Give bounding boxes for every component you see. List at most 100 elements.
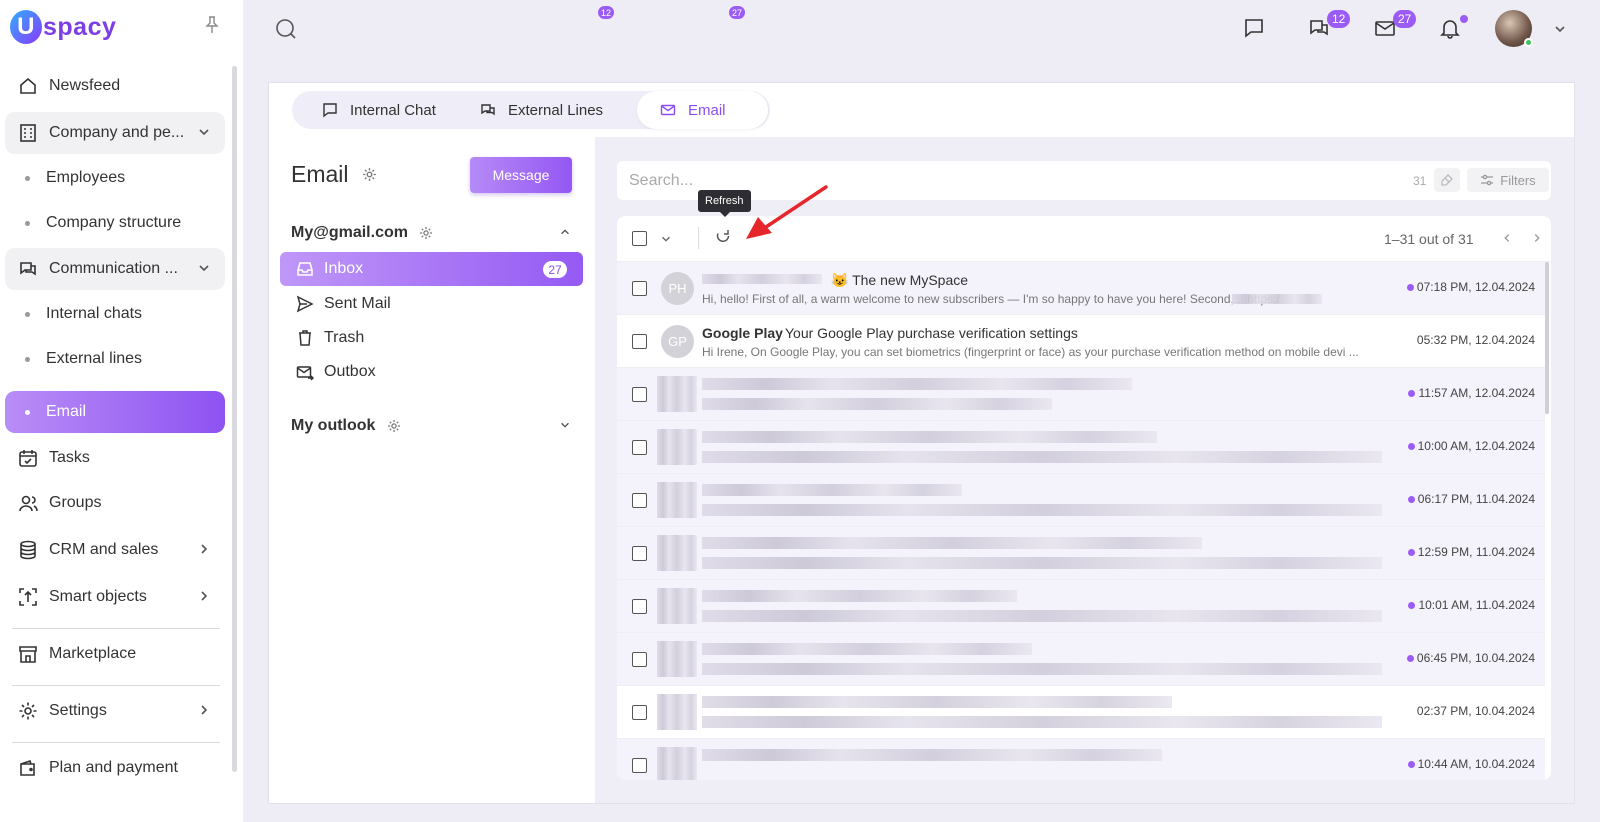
chevron-left-icon[interactable]	[1501, 232, 1513, 244]
sidebar-item-plan[interactable]: Plan and payment	[5, 747, 225, 789]
sidebar-divider	[12, 685, 220, 686]
row-checkbox[interactable]	[632, 281, 647, 296]
chat-icon[interactable]	[1243, 17, 1265, 39]
bell-icon[interactable]	[1439, 17, 1461, 39]
redacted-preview	[702, 451, 1382, 463]
email-list-scrollbar[interactable]	[1545, 262, 1549, 414]
tab-email[interactable]: Email	[637, 91, 768, 129]
row-checkbox[interactable]	[632, 546, 647, 561]
redacted-preview	[702, 557, 1382, 569]
gear-icon[interactable]	[362, 167, 377, 182]
sidebar-item-groups[interactable]: Groups	[5, 482, 225, 524]
sidebar-item-marketplace[interactable]: Marketplace	[5, 633, 225, 675]
email-row[interactable]: GP Google Play Your Google Play purchase…	[617, 315, 1545, 368]
row-checkbox[interactable]	[632, 334, 647, 349]
folder-trash[interactable]: Trash	[280, 321, 583, 355]
select-all-checkbox[interactable]	[632, 231, 647, 246]
email-time: 12:59 PM, 11.04.2024	[1407, 545, 1535, 559]
gear-icon[interactable]	[387, 419, 401, 433]
folder-label: Trash	[324, 329, 365, 346]
row-checkbox[interactable]	[632, 440, 647, 455]
email-row[interactable]: 06:17 PM, 11.04.2024	[617, 474, 1545, 527]
pin-icon[interactable]	[205, 16, 219, 34]
redacted-avatar	[657, 482, 697, 518]
chevron-up-icon[interactable]	[559, 226, 571, 238]
email-row[interactable]: PH 😺 The new MySpace Hi, hello! First of…	[617, 262, 1545, 315]
row-checkbox[interactable]	[632, 705, 647, 720]
pagination-text: 1–31 out of 31	[1384, 231, 1474, 247]
tab-external-lines[interactable]: External Lines	[470, 91, 613, 129]
row-checkbox[interactable]	[632, 493, 647, 508]
refresh-tooltip: Refresh	[698, 190, 751, 217]
sidebar-item-newsfeed[interactable]: Newsfeed	[5, 65, 225, 107]
email-row[interactable]: 06:45 PM, 10.04.2024	[617, 633, 1545, 686]
unread-dot	[1406, 283, 1414, 291]
sidebar-scrollbar[interactable]	[232, 66, 237, 772]
smart-object-icon	[17, 586, 39, 608]
sidebar-item-external-lines[interactable]: External lines	[5, 338, 225, 380]
email-row[interactable]: 10:00 AM, 12.04.2024	[617, 421, 1545, 474]
email-row[interactable]: 10:01 AM, 11.04.2024	[617, 580, 1545, 633]
row-checkbox[interactable]	[632, 387, 647, 402]
row-checkbox[interactable]	[632, 599, 647, 614]
logo-text: spacy	[43, 12, 117, 41]
email-time: 10:01 AM, 11.04.2024	[1408, 598, 1535, 612]
chevron-right-icon[interactable]	[1531, 232, 1543, 244]
sidebar-item-smart-objects[interactable]: Smart objects	[5, 576, 225, 618]
uspacy-logo[interactable]: U spacy	[10, 10, 116, 44]
email-row[interactable]: 02:37 PM, 10.04.2024	[617, 686, 1545, 739]
bullet-icon	[25, 220, 30, 226]
email-time: 02:37 PM, 10.04.2024	[1417, 704, 1535, 718]
folder-sent[interactable]: Sent Mail	[280, 287, 583, 321]
sidebar-item-crm[interactable]: CRM and sales	[5, 529, 225, 571]
email-subject: Your Google Play purchase verification s…	[785, 325, 1078, 341]
sidebar-item-communication[interactable]: Communication ...	[5, 248, 225, 290]
sidebar-item-internal-chats[interactable]: Internal chats	[5, 293, 225, 335]
row-checkbox[interactable]	[632, 758, 647, 773]
folder-outbox[interactable]: Outbox	[280, 355, 583, 389]
email-row[interactable]: 10:44 AM, 10.04.2024	[617, 739, 1545, 780]
calendar-icon	[17, 447, 39, 469]
email-row[interactable]: 12:59 PM, 11.04.2024	[617, 527, 1545, 580]
redacted-subject	[702, 537, 1202, 549]
sidebar-item-tasks[interactable]: Tasks	[5, 437, 225, 479]
folder-label: Outbox	[324, 363, 376, 380]
row-checkbox[interactable]	[632, 652, 647, 667]
online-status-dot	[1524, 38, 1533, 47]
filters-button[interactable]: Filters	[1467, 168, 1549, 192]
sidebar-item-company[interactable]: Company and pe...	[5, 112, 225, 154]
clear-search-button[interactable]	[1434, 168, 1460, 192]
chevron-down-icon[interactable]	[660, 233, 672, 245]
send-icon	[296, 295, 314, 313]
sidebar-item-label: Communication ...	[49, 260, 178, 277]
redacted-subject	[702, 696, 1172, 708]
search-result-count: 31	[1413, 174, 1427, 188]
tab-label: Email	[688, 101, 726, 119]
external-chat-icon	[480, 102, 496, 118]
tab-internal-chat[interactable]: Internal Chat	[312, 91, 446, 129]
account-gmail[interactable]: My@gmail.com	[291, 224, 408, 242]
search-placeholder: Search...	[629, 172, 694, 189]
folder-inbox[interactable]: Inbox 27	[280, 252, 583, 286]
gear-icon	[17, 700, 39, 722]
redacted-avatar	[657, 376, 697, 412]
sidebar-item-employees[interactable]: Employees	[5, 157, 225, 199]
email-row[interactable]: 11:57 AM, 12.04.2024	[617, 368, 1545, 421]
building-icon	[17, 122, 39, 144]
new-message-button[interactable]: Message	[470, 157, 572, 193]
chevron-down-icon[interactable]	[1553, 22, 1567, 36]
sidebar-item-label: Company structure	[46, 214, 182, 231]
global-search-icon[interactable]	[275, 18, 297, 40]
chevron-down-icon[interactable]	[559, 419, 571, 431]
email-time: 07:18 PM, 12.04.2024	[1406, 280, 1535, 294]
redacted-preview	[702, 504, 1382, 516]
sidebar-item-email[interactable]: Email	[5, 391, 225, 433]
refresh-icon[interactable]	[715, 228, 731, 244]
account-outlook[interactable]: My outlook	[291, 417, 375, 435]
email-time: 06:45 PM, 10.04.2024	[1406, 651, 1535, 665]
sliders-icon	[1480, 173, 1500, 187]
sidebar-item-company-structure[interactable]: Company structure	[5, 202, 225, 244]
gear-icon[interactable]	[419, 226, 433, 240]
filters-label: Filters	[1500, 172, 1536, 188]
sidebar-item-settings[interactable]: Settings	[5, 690, 225, 732]
